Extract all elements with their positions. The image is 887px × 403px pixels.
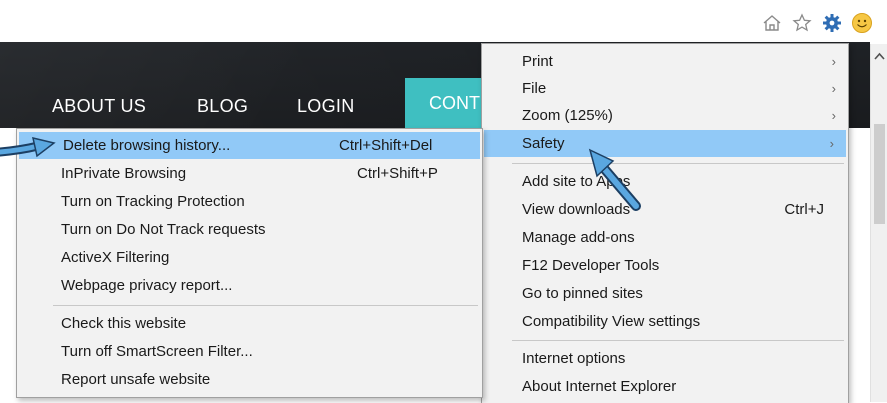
menu-item-smartscreen-filter[interactable]: Turn off SmartScreen Filter... [17,338,482,365]
browser-toolbar [761,10,873,36]
scroll-up-arrow-icon[interactable] [874,52,885,60]
menu-item-label: Turn off SmartScreen Filter... [61,343,253,360]
menu-item-compatibility-view-settings[interactable]: Compatibility View settings [482,308,848,335]
nav-login[interactable]: LOGIN [297,96,355,117]
menu-item-label: Internet options [522,350,626,367]
menu-item-label: Add site to Apps [522,173,631,190]
menu-item-add-site-to-apps[interactable]: Add site to Apps [482,168,848,195]
menu-item-label: Report unsafe website [61,371,211,388]
menu-item-label: F12 Developer Tools [522,257,660,274]
menu-item-label: File [522,80,547,97]
smiley-icon[interactable] [851,12,873,34]
scroll-thumb[interactable] [874,124,885,224]
menu-item-safety[interactable]: Safety › [484,130,846,157]
menu-item-shortcut: Ctrl+Shift+P [357,165,438,182]
menu-item-internet-options[interactable]: Internet options [482,345,848,372]
nav-blog[interactable]: BLOG [197,96,248,117]
menu-item-go-to-pinned-sites[interactable]: Go to pinned sites [482,280,848,307]
menu-item-about-internet-explorer[interactable]: About Internet Explorer [482,373,848,400]
menu-item-print[interactable]: Print › [482,48,848,75]
menu-item-zoom[interactable]: Zoom (125%) › [482,102,848,129]
menu-item-view-downloads[interactable]: View downloads Ctrl+J [482,196,848,223]
menu-item-label: View downloads [522,201,631,218]
menu-item-label: Turn on Do Not Track requests [61,221,266,238]
menu-item-check-this-website[interactable]: Check this website [17,310,482,337]
tools-menu: Print › File › Zoom (125%) › Safety › Ad… [481,43,849,403]
menu-item-label: Safety [522,135,565,152]
menu-item-label: Print [522,53,553,70]
menu-item-label: About Internet Explorer [522,378,677,395]
menu-item-shortcut: Ctrl+Shift+Del [339,137,433,154]
menu-item-tracking-protection[interactable]: Turn on Tracking Protection [17,188,482,215]
menu-item-webpage-privacy-report[interactable]: Webpage privacy report... [17,272,482,299]
nav-about-us[interactable]: ABOUT US [52,96,146,117]
menu-item-label: Go to pinned sites [522,285,643,302]
star-icon[interactable] [791,12,813,34]
menu-item-f12-developer-tools[interactable]: F12 Developer Tools [482,252,848,279]
chevron-right-icon: › [831,81,836,96]
menu-item-manage-add-ons[interactable]: Manage add-ons [482,224,848,251]
chevron-right-icon: › [831,108,836,123]
menu-separator [512,163,844,164]
menu-item-activex-filtering[interactable]: ActiveX Filtering [17,244,482,271]
nav-contact[interactable]: CONT [405,78,483,128]
menu-item-report-unsafe-website[interactable]: Report unsafe website [17,366,482,393]
chevron-right-icon: › [829,136,834,151]
menu-item-label: Check this website [61,315,187,332]
chevron-right-icon: › [831,54,836,69]
menu-item-inprivate-browsing[interactable]: InPrivate Browsing Ctrl+Shift+P [17,160,482,187]
menu-item-label: InPrivate Browsing [61,165,187,182]
menu-item-label: Manage add-ons [522,229,635,246]
menu-item-label: Compatibility View settings [522,313,701,330]
menu-item-label: ActiveX Filtering [61,249,170,266]
menu-item-label: Delete browsing history... [63,137,231,154]
safety-submenu: Delete browsing history... Ctrl+Shift+De… [16,128,483,398]
gear-icon[interactable] [821,12,843,34]
home-icon[interactable] [761,12,783,34]
menu-item-label: Zoom (125%) [522,107,613,124]
menu-separator [512,340,844,341]
menu-item-shortcut: Ctrl+J [784,201,824,218]
menu-item-label: Webpage privacy report... [61,277,233,294]
menu-item-delete-browsing-history[interactable]: Delete browsing history... Ctrl+Shift+De… [19,132,480,159]
menu-item-file[interactable]: File › [482,75,848,102]
menu-item-label: Turn on Tracking Protection [61,193,245,210]
menu-separator [53,305,478,306]
menu-item-do-not-track[interactable]: Turn on Do Not Track requests [17,216,482,243]
page-scrollbar[interactable] [870,44,887,402]
